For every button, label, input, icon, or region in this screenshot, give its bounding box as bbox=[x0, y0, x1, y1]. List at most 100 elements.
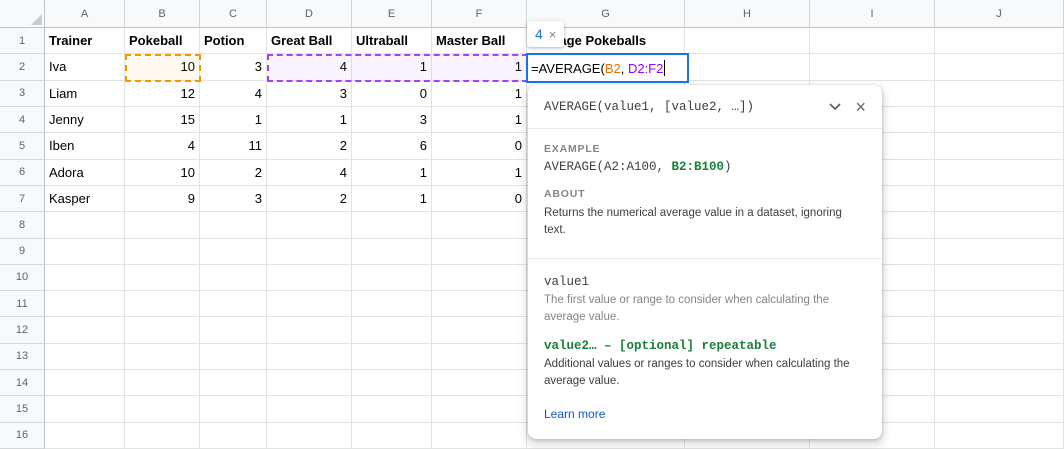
cell-A6[interactable]: Adora bbox=[45, 160, 125, 186]
column-header-F[interactable]: F bbox=[432, 0, 527, 28]
formula-result-preview[interactable]: 4 × bbox=[527, 21, 564, 47]
formula-editor-G2[interactable]: =AVERAGE(B2, D2:F2 bbox=[526, 53, 689, 83]
row-header-16[interactable]: 16 bbox=[0, 423, 45, 449]
column-header-A[interactable]: A bbox=[45, 0, 125, 28]
cell-D12[interactable] bbox=[267, 317, 352, 343]
row-header-2[interactable]: 2 bbox=[0, 54, 45, 80]
cell-F9[interactable] bbox=[432, 239, 527, 265]
column-header-E[interactable]: E bbox=[352, 0, 432, 28]
row-header-1[interactable]: 1 bbox=[0, 28, 45, 54]
cell-J5[interactable] bbox=[935, 133, 1064, 159]
cell-D7[interactable]: 2 bbox=[267, 186, 352, 212]
cell-A8[interactable] bbox=[45, 212, 125, 238]
cell-B14[interactable] bbox=[125, 370, 200, 396]
cell-B9[interactable] bbox=[125, 239, 200, 265]
cell-C12[interactable] bbox=[200, 317, 267, 343]
row-header-14[interactable]: 14 bbox=[0, 370, 45, 396]
cell-C9[interactable] bbox=[200, 239, 267, 265]
row-header-13[interactable]: 13 bbox=[0, 344, 45, 370]
cell-E7[interactable]: 1 bbox=[352, 186, 432, 212]
cell-D16[interactable] bbox=[267, 423, 352, 449]
cell-A2[interactable]: Iva bbox=[45, 54, 125, 80]
cell-E12[interactable] bbox=[352, 317, 432, 343]
cell-B1[interactable]: Pokeball bbox=[125, 28, 200, 54]
cell-J15[interactable] bbox=[935, 396, 1064, 422]
cell-D2[interactable]: 4 bbox=[267, 54, 352, 80]
cell-E3[interactable]: 0 bbox=[352, 81, 432, 107]
cell-F3[interactable]: 1 bbox=[432, 81, 527, 107]
cell-J13[interactable] bbox=[935, 344, 1064, 370]
cell-A16[interactable] bbox=[45, 423, 125, 449]
column-header-C[interactable]: C bbox=[200, 0, 267, 28]
row-header-6[interactable]: 6 bbox=[0, 160, 45, 186]
cell-C6[interactable]: 2 bbox=[200, 160, 267, 186]
cell-D14[interactable] bbox=[267, 370, 352, 396]
cell-D8[interactable] bbox=[267, 212, 352, 238]
cell-E4[interactable]: 3 bbox=[352, 107, 432, 133]
row-header-4[interactable]: 4 bbox=[0, 107, 45, 133]
cell-F14[interactable] bbox=[432, 370, 527, 396]
cell-A9[interactable] bbox=[45, 239, 125, 265]
cell-D6[interactable]: 4 bbox=[267, 160, 352, 186]
cell-D10[interactable] bbox=[267, 265, 352, 291]
row-header-8[interactable]: 8 bbox=[0, 212, 45, 238]
cell-D9[interactable] bbox=[267, 239, 352, 265]
cell-C3[interactable]: 4 bbox=[200, 81, 267, 107]
cell-E9[interactable] bbox=[352, 239, 432, 265]
cell-E15[interactable] bbox=[352, 396, 432, 422]
cell-J1[interactable] bbox=[935, 28, 1064, 54]
cell-F5[interactable]: 0 bbox=[432, 133, 527, 159]
cell-D15[interactable] bbox=[267, 396, 352, 422]
cell-E2[interactable]: 1 bbox=[352, 54, 432, 80]
column-header-D[interactable]: D bbox=[267, 0, 352, 28]
cell-B5[interactable]: 4 bbox=[125, 133, 200, 159]
column-header-I[interactable]: I bbox=[810, 0, 935, 28]
cell-E5[interactable]: 6 bbox=[352, 133, 432, 159]
cell-E16[interactable] bbox=[352, 423, 432, 449]
cell-F1[interactable]: Master Ball bbox=[432, 28, 527, 54]
cell-B15[interactable] bbox=[125, 396, 200, 422]
cell-H1[interactable] bbox=[685, 28, 810, 54]
cell-C5[interactable]: 11 bbox=[200, 133, 267, 159]
cell-A5[interactable]: Iben bbox=[45, 133, 125, 159]
column-header-J[interactable]: J bbox=[935, 0, 1064, 28]
cell-I2[interactable] bbox=[810, 54, 935, 80]
row-header-12[interactable]: 12 bbox=[0, 317, 45, 343]
cell-B8[interactable] bbox=[125, 212, 200, 238]
cell-F15[interactable] bbox=[432, 396, 527, 422]
cell-B3[interactable]: 12 bbox=[125, 81, 200, 107]
cell-C13[interactable] bbox=[200, 344, 267, 370]
cell-J6[interactable] bbox=[935, 160, 1064, 186]
cell-D1[interactable]: Great Ball bbox=[267, 28, 352, 54]
select-all-corner[interactable] bbox=[0, 0, 45, 28]
cell-B11[interactable] bbox=[125, 291, 200, 317]
cell-J11[interactable] bbox=[935, 291, 1064, 317]
chevron-down-icon[interactable] bbox=[823, 101, 847, 113]
cell-E6[interactable]: 1 bbox=[352, 160, 432, 186]
row-header-3[interactable]: 3 bbox=[0, 81, 45, 107]
cell-A11[interactable] bbox=[45, 291, 125, 317]
cell-B2[interactable]: 10 bbox=[125, 54, 200, 80]
cell-J4[interactable] bbox=[935, 107, 1064, 133]
cell-C16[interactable] bbox=[200, 423, 267, 449]
row-header-5[interactable]: 5 bbox=[0, 133, 45, 159]
cell-E14[interactable] bbox=[352, 370, 432, 396]
cell-J2[interactable] bbox=[935, 54, 1064, 80]
cell-D13[interactable] bbox=[267, 344, 352, 370]
cell-A1[interactable]: Trainer bbox=[45, 28, 125, 54]
cell-F16[interactable] bbox=[432, 423, 527, 449]
cell-E11[interactable] bbox=[352, 291, 432, 317]
cell-C14[interactable] bbox=[200, 370, 267, 396]
cell-C1[interactable]: Potion bbox=[200, 28, 267, 54]
cell-F10[interactable] bbox=[432, 265, 527, 291]
cell-C2[interactable]: 3 bbox=[200, 54, 267, 80]
cell-C8[interactable] bbox=[200, 212, 267, 238]
cell-A12[interactable] bbox=[45, 317, 125, 343]
row-header-10[interactable]: 10 bbox=[0, 265, 45, 291]
cell-B7[interactable]: 9 bbox=[125, 186, 200, 212]
cell-E10[interactable] bbox=[352, 265, 432, 291]
learn-more-link[interactable]: Learn more bbox=[544, 407, 605, 421]
cell-J14[interactable] bbox=[935, 370, 1064, 396]
cell-A4[interactable]: Jenny bbox=[45, 107, 125, 133]
cell-C10[interactable] bbox=[200, 265, 267, 291]
